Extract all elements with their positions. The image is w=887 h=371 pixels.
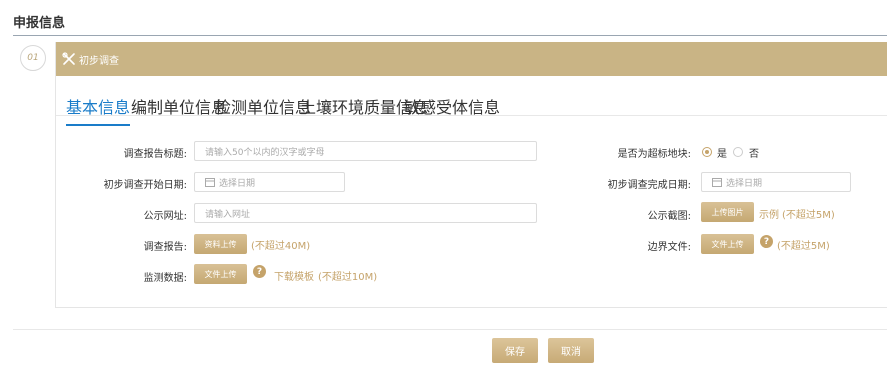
step-number: 01 (20, 45, 46, 71)
card-header: 初步调查 (56, 42, 887, 76)
public-url-label: 公示网址: (143, 211, 187, 222)
tab-compiler-info[interactable]: 编制单位信息 (131, 94, 227, 124)
over-standard-yes-radio[interactable] (702, 147, 712, 157)
download-template-link[interactable]: 下载模板 (274, 268, 314, 283)
over-standard-no-label: 否 (749, 149, 759, 160)
boundary-file-upload-button[interactable]: 文件上传 (701, 234, 754, 254)
boundary-file-size-note: (不超过5M) (777, 241, 830, 252)
cancel-button[interactable]: 取消 (548, 338, 594, 363)
help-icon[interactable]: ? (253, 265, 266, 278)
report-title-input[interactable]: 请输入50个以内的汉字或字母 (194, 141, 537, 161)
public-screenshot-label: 公示截图: (647, 211, 691, 222)
start-date-input[interactable]: 选择日期 (194, 172, 345, 192)
end-date-label: 初步调查完成日期: (607, 180, 691, 191)
over-standard-yes-label: 是 (717, 149, 727, 160)
calendar-icon (712, 177, 722, 187)
public-screenshot-size-note: (不超过5M) (782, 210, 835, 221)
survey-report-label: 调查报告: (143, 242, 187, 253)
save-button[interactable]: 保存 (492, 338, 538, 363)
example-link[interactable]: 示例 (759, 206, 779, 221)
tab-divider (56, 115, 887, 116)
survey-card: 初步调查 基本信息 编制单位信息 检测单位信息 土壤环境质量信息 敏感受体信息 … (55, 42, 887, 308)
calendar-icon (205, 177, 215, 187)
tools-icon (61, 52, 76, 67)
boundary-file-label: 边界文件: (647, 242, 691, 253)
page-title: 申报信息 (13, 16, 66, 31)
title-divider (13, 35, 887, 36)
tab-basic-info[interactable]: 基本信息 (66, 94, 131, 126)
survey-report-upload-button[interactable]: 资料上传 (194, 234, 247, 254)
public-url-input[interactable]: 请输入网址 (194, 203, 537, 223)
over-standard-no-radio[interactable] (733, 147, 743, 157)
tab-sensitive-receptor-info[interactable]: 敏感受体信息 (404, 94, 500, 124)
survey-report-size-note: (不超过40M) (251, 241, 311, 252)
end-date-input[interactable]: 选择日期 (701, 172, 851, 192)
monitor-data-size-note: (不超过10M) (318, 272, 378, 283)
card-title: 初步调查 (79, 55, 119, 67)
footer-divider (13, 329, 887, 330)
over-standard-label: 是否为超标地块: (617, 149, 691, 160)
report-title-label: 调查报告标题: (123, 149, 187, 160)
public-screenshot-upload-button[interactable]: 上传图片 (701, 202, 754, 222)
help-icon[interactable]: ? (760, 235, 773, 248)
tab-testing-unit-info[interactable]: 检测单位信息 (215, 94, 311, 124)
monitor-data-upload-button[interactable]: 文件上传 (194, 264, 247, 284)
monitor-data-label: 监测数据: (143, 273, 187, 284)
start-date-label: 初步调查开始日期: (103, 180, 187, 191)
